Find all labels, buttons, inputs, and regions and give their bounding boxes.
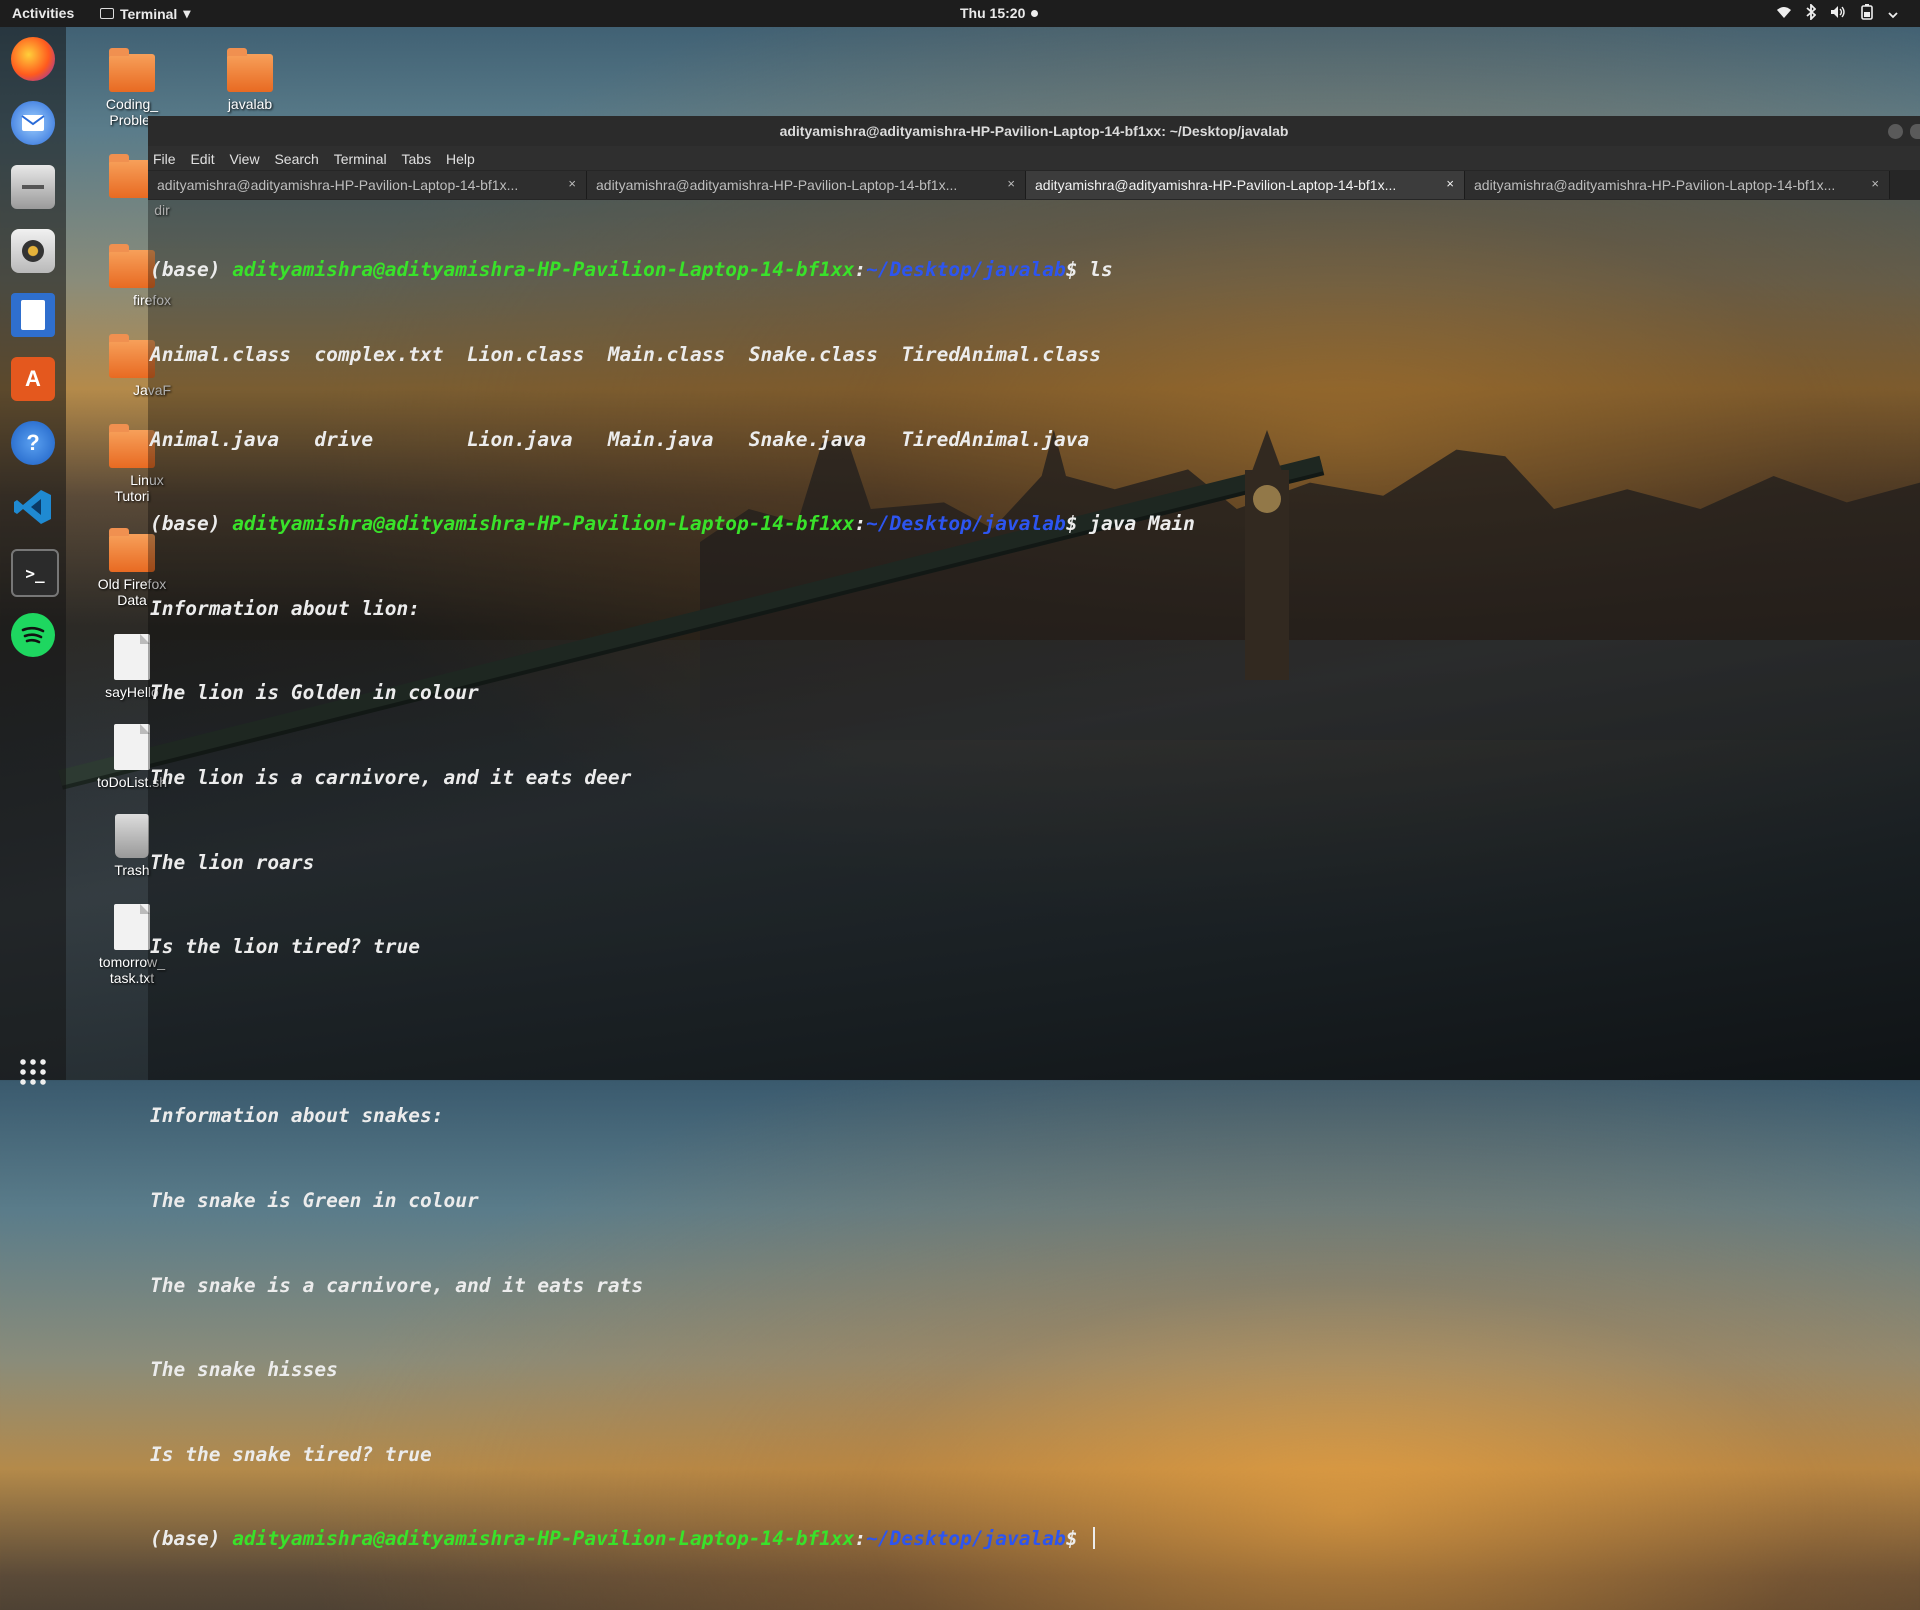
prompt-dollar: $: [1065, 512, 1090, 536]
battery-icon: [1860, 4, 1874, 23]
output-line: The snake is a carnivore, and it eats ra…: [150, 1273, 644, 1297]
chevron-down-icon: [1888, 6, 1898, 22]
chevron-down-icon: ▾: [183, 5, 191, 21]
help-icon[interactable]: ?: [11, 421, 55, 465]
prompt-colon: :: [854, 1527, 867, 1551]
app-menu-label: Terminal: [120, 5, 178, 22]
vscode-icon[interactable]: [11, 485, 55, 529]
desktop-folder-javalab[interactable]: javalab: [204, 48, 296, 112]
prompt-colon: :: [854, 258, 867, 282]
prompt-user: adityamishra@adityamishra-HP-Pavilion-La…: [232, 512, 855, 536]
command-text: java Main: [1089, 512, 1195, 536]
dock: A ? >_: [0, 27, 66, 1087]
new-tab-icon[interactable]: [1890, 170, 1920, 200]
output-line: Is the lion tired? true: [150, 935, 421, 959]
menu-search[interactable]: Search: [274, 151, 318, 167]
output-line: The snake is Green in colour: [150, 1188, 479, 1212]
menu-terminal[interactable]: Terminal: [334, 151, 387, 167]
prompt-colon: :: [854, 512, 867, 536]
window-title: adityamishra@adityamishra-HP-Pavilion-La…: [779, 123, 1289, 139]
ls-output-row: Animal.class complex.txt Lion.class Main…: [150, 343, 1101, 366]
prompt-line: (base) adityamishra@adityamishra-HP-Pavi…: [150, 510, 1920, 538]
minimize-icon[interactable]: [1888, 124, 1903, 139]
tab-1[interactable]: adityamishra@adityamishra-HP-Pavilion-La…: [148, 171, 587, 199]
system-tray[interactable]: [1776, 2, 1898, 23]
terminal-output[interactable]: (base) adityamishra@adityamishra-HP-Pavi…: [150, 200, 1920, 1550]
prompt-user: adityamishra@adityamishra-HP-Pavilion-La…: [232, 1527, 855, 1551]
trash-icon: [115, 814, 149, 858]
writer-icon[interactable]: [11, 293, 55, 337]
spotify-icon[interactable]: [11, 613, 55, 657]
prompt-path: ~/Desktop/javalab: [866, 258, 1066, 282]
terminal-window[interactable]: adityamishra@adityamishra-HP-Pavilion-La…: [148, 116, 1920, 1550]
show-applications-icon[interactable]: [18, 1057, 48, 1087]
terminal-icon[interactable]: >_: [11, 549, 59, 597]
prompt-path: ~/Desktop/javalab: [866, 512, 1066, 536]
activities-button[interactable]: Activities: [12, 5, 74, 21]
wifi-icon: [1776, 5, 1792, 22]
tab-3-active[interactable]: adityamishra@adityamishra-HP-Pavilion-La…: [1026, 171, 1465, 199]
menu-tabs[interactable]: Tabs: [402, 151, 432, 167]
app-menu[interactable]: Terminal ▾: [100, 5, 190, 22]
menu-help[interactable]: Help: [446, 151, 475, 167]
output-line: The lion is Golden in colour: [150, 681, 479, 705]
prompt-user: adityamishra@adityamishra-HP-Pavilion-La…: [232, 258, 855, 282]
menu-file[interactable]: File: [153, 151, 176, 167]
folder-icon: [109, 48, 155, 92]
prompt-dollar: $: [1065, 1527, 1090, 1551]
file-icon: [114, 634, 150, 680]
prompt-env: (base): [150, 258, 233, 282]
software-center-icon[interactable]: A: [11, 357, 55, 401]
bluetooth-icon: [1806, 2, 1817, 23]
menu-edit[interactable]: Edit: [190, 151, 214, 167]
files-icon[interactable]: [11, 165, 55, 209]
window-titlebar[interactable]: adityamishra@adityamishra-HP-Pavilion-La…: [148, 116, 1920, 146]
desktop-icon-label: javalab: [227, 96, 273, 112]
prompt-env: (base): [150, 1527, 233, 1551]
rhythmbox-icon[interactable]: [11, 229, 55, 273]
file-icon: [114, 724, 150, 770]
file-icon: [114, 904, 150, 950]
text-cursor: [1093, 1527, 1096, 1550]
output-line: The snake hisses: [150, 1358, 338, 1382]
ls-output-row: Animal.java drive Lion.java Main.java Sn…: [150, 427, 1090, 451]
menu-view[interactable]: View: [229, 151, 259, 167]
tab-label: adityamishra@adityamishra-HP-Pavilion-La…: [1474, 177, 1836, 193]
prompt-path: ~/Desktop/javalab: [866, 1527, 1066, 1551]
output-line: The lion roars: [150, 850, 315, 874]
maximize-icon[interactable]: [1910, 124, 1920, 139]
output-line: Is the snake tired? true: [150, 1442, 432, 1466]
clock-button[interactable]: Thu 15:20: [960, 5, 1039, 21]
folder-icon: [227, 48, 273, 92]
firefox-icon[interactable]: [11, 37, 55, 81]
prompt-line: (base) adityamishra@adityamishra-HP-Pavi…: [150, 256, 1920, 284]
prompt-dollar: $: [1065, 258, 1090, 282]
close-icon[interactable]: ×: [568, 176, 576, 191]
volume-icon: [1830, 5, 1846, 22]
output-line: Information about lion:: [150, 596, 421, 620]
desktop-icon-label: Trash: [114, 862, 150, 878]
thunderbird-icon[interactable]: [11, 101, 55, 145]
menu-bar: File Edit View Search Terminal Tabs Help: [148, 146, 1920, 170]
tab-label: adityamishra@adityamishra-HP-Pavilion-La…: [1035, 177, 1397, 193]
tab-4[interactable]: adityamishra@adityamishra-HP-Pavilion-La…: [1465, 171, 1890, 199]
clock-label: Thu 15:20: [960, 5, 1026, 21]
close-icon[interactable]: ×: [1446, 176, 1454, 191]
output-line: The lion is a carnivore, and it eats dee…: [150, 765, 632, 789]
prompt-line: (base) adityamishra@adityamishra-HP-Pavi…: [150, 1525, 1920, 1553]
top-bar: Activities Terminal ▾ Thu 15:20: [0, 0, 1920, 27]
terminal-mini-icon: [100, 8, 114, 19]
tab-label: adityamishra@adityamishra-HP-Pavilion-La…: [157, 177, 519, 193]
tab-label: adityamishra@adityamishra-HP-Pavilion-La…: [596, 177, 958, 193]
close-icon[interactable]: ×: [1007, 176, 1015, 191]
output-line: Information about snakes:: [150, 1104, 444, 1128]
tab-2[interactable]: adityamishra@adityamishra-HP-Pavilion-La…: [587, 171, 1026, 199]
close-icon[interactable]: ×: [1871, 176, 1879, 191]
prompt-env: (base): [150, 512, 233, 536]
command-text: ls: [1089, 258, 1113, 282]
tab-bar: adityamishra@adityamishra-HP-Pavilion-La…: [148, 170, 1920, 200]
notification-dot-icon: [1031, 9, 1039, 17]
